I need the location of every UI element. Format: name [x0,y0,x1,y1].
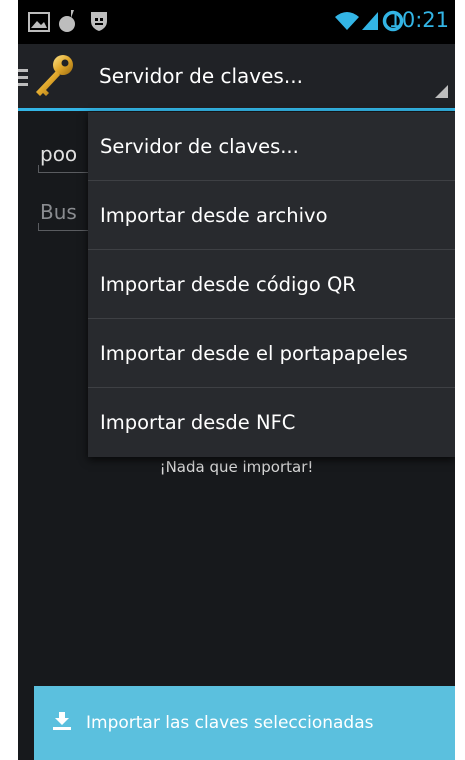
download-icon [52,712,72,734]
source-dropdown-menu: Servidor de claves... Importar desde arc… [88,112,455,457]
name-field-tick [38,165,39,173]
image-icon [28,12,50,36]
status-time: 10:21 [388,8,449,32]
menu-item-import-qr[interactable]: Importar desde código QR [88,250,455,319]
search-field-tick [38,223,39,231]
action-bar: Servidor de claves... [18,44,455,108]
key-icon[interactable] [32,52,76,104]
import-selected-keys-button[interactable]: Importar las claves seleccionadas [34,686,455,760]
action-bar-underline [18,108,455,111]
hand-icon [58,9,78,37]
menu-item-import-file[interactable]: Importar desde archivo [88,181,455,250]
name-field-text[interactable]: poo [40,142,77,166]
drawer-icon[interactable] [18,68,30,90]
import-button-label: Importar las claves seleccionadas [86,713,374,733]
menu-item-import-clipboard[interactable]: Importar desde el portapapeles [88,319,455,388]
signal-icon [361,11,379,35]
spinner-label[interactable]: Servidor de claves... [99,64,303,88]
empty-message: ¡Nada que importar! [159,458,314,476]
shield-icon [90,10,108,36]
device-screen: 10:21 Servidor de claves... poo Bus ¡Nad… [18,0,455,760]
spinner-arrow-icon[interactable] [435,84,449,103]
menu-item-keyserver[interactable]: Servidor de claves... [88,112,455,181]
menu-item-import-nfc[interactable]: Importar desde NFC [88,388,455,457]
search-field-placeholder[interactable]: Bus [40,200,77,224]
status-bar: 10:21 [18,0,455,44]
wifi-icon [334,11,360,35]
